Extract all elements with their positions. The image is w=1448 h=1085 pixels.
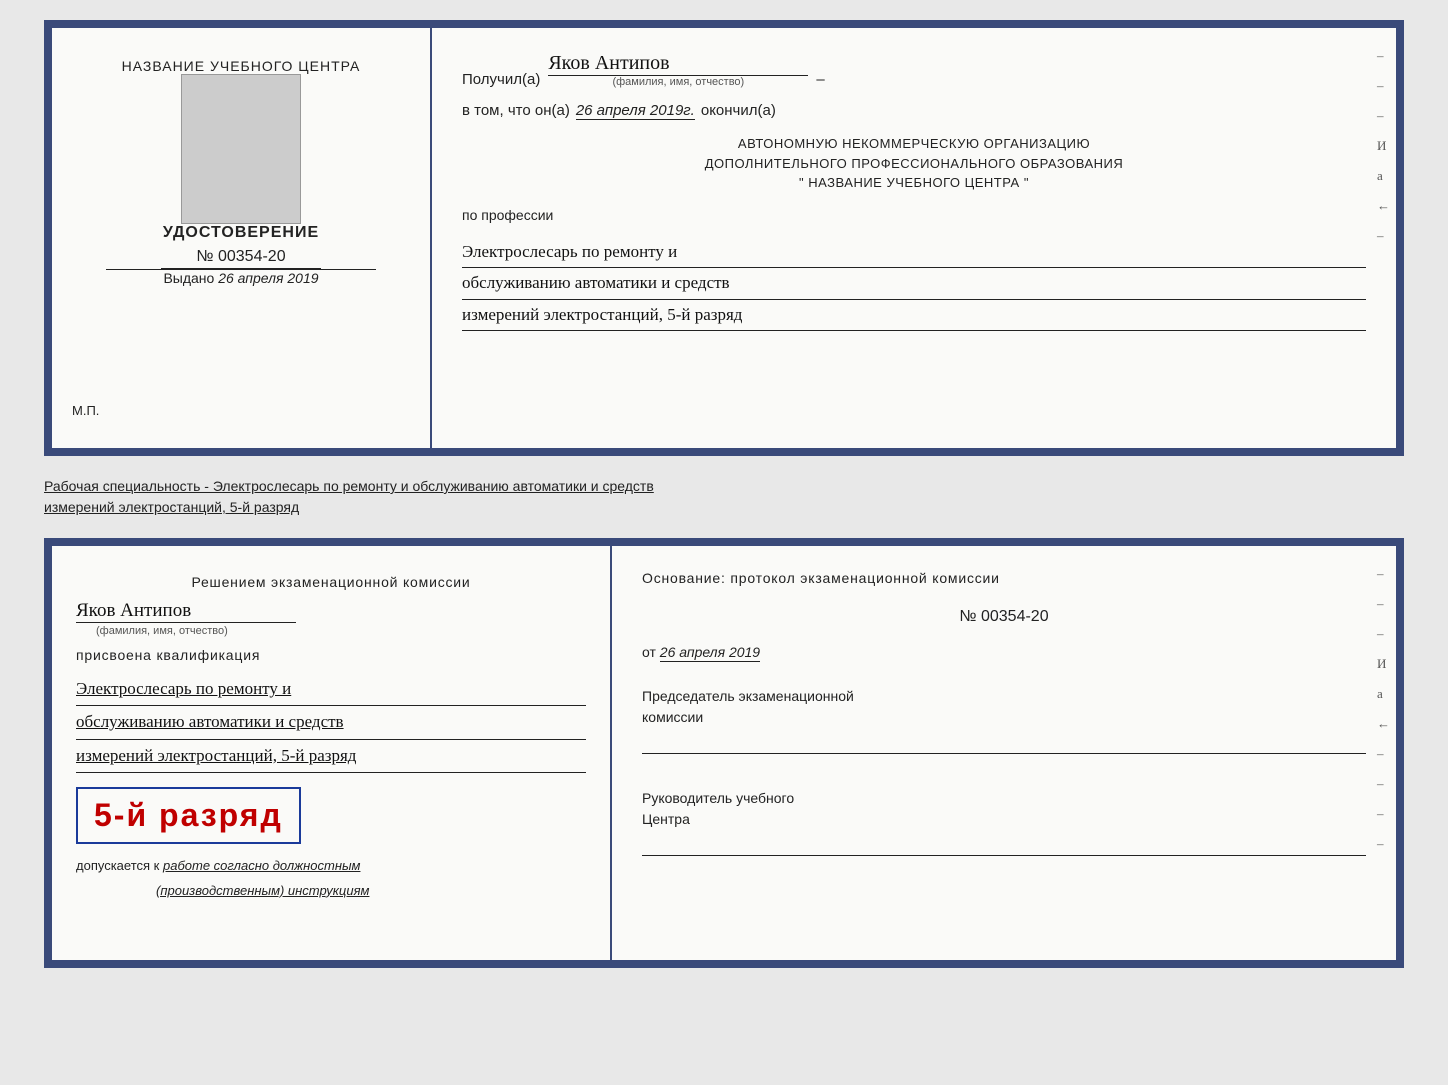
rukovod-signature-line [642,838,1366,856]
qual-right-panel: Основание: протокол экзаменационной коми… [612,546,1396,960]
top-diploma-card: НАЗВАНИЕ УЧЕБНОГО ЦЕНТРА УДОСТОВЕРЕНИЕ №… [44,20,1404,456]
vydano-label: Выдано [163,270,214,286]
qual-profession-lines: Электрослесарь по ремонту и обслуживанию… [76,673,586,773]
org-name-top: НАЗВАНИЕ УЧЕБНОГО ЦЕНТРА [122,58,361,74]
udostoverenie-title: УДОСТОВЕРЕНИЕ [163,224,319,242]
qual-line3: измерений электростанций, 5-й разряд [76,740,586,773]
udostoverenie-number: № 00354-20 [161,248,321,269]
proto-number: № 00354-20 [642,608,1366,626]
fio-sublabel-top: (фамилия, имя, отчество) [612,76,744,88]
ot-label: от [642,644,656,660]
qual-card: Решением экзаменационной комиссии Яков А… [44,538,1404,968]
middle-text1: Рабочая специальность - Электрослесарь п… [44,478,654,494]
ot-date: 26 апреля 2019 [660,644,760,662]
vydano-line: Выдано 26 апреля 2019 [163,270,318,286]
org-block: АВТОНОМНУЮ НЕКОММЕРЧЕСКУЮ ОРГАНИЗАЦИЮ ДО… [462,134,1366,193]
poluchil-label: Получил(а) [462,71,540,88]
resheniem-label: Решением экзаменационной комиссии [76,574,586,590]
middle-text2: измерений электростанций, 5-й разряд [44,499,299,515]
dash-recipient: – [816,71,824,88]
dopuskaetsya-cursive2: (производственным) инструкциям [156,883,586,898]
qual-line1: Электрослесарь по ремонту и [76,673,586,706]
chairman-signature-line [642,736,1366,754]
prisvoena-label: присвоена квалификация [76,647,586,663]
dopuskaetsya-cursive: работе согласно должностным [163,858,360,873]
chairman-label2: комиссии [642,707,1366,728]
vtom-label: в том, что он(а) [462,102,570,119]
fio-sublabel-qual: (фамилия, имя, отчество) [96,625,228,637]
dopuskaetsya-line: допускается к работе согласно должностны… [76,858,586,873]
qual-left-panel: Решением экзаменационной комиссии Яков А… [52,546,612,960]
recipient-line: Получил(а) Яков Антипов (фамилия, имя, о… [462,52,1366,88]
rukovod-block: Руководитель учебного Центра [642,788,1366,856]
razryad-badge: 5-й разряд [76,787,301,844]
side-dashes-qual: – – – И а ← – – – – [1377,566,1390,852]
qual-line2: обслуживанию автоматики и средств [76,706,586,739]
profession-line1: Электрослесарь по ремонту и [462,237,1366,269]
org-line3: " НАЗВАНИЕ УЧЕБНОГО ЦЕНТРА " [462,173,1366,193]
recipient-name: Яков Антипов [548,52,808,76]
qual-name: Яков Антипов [76,600,296,623]
middle-label: Рабочая специальность - Электрослесарь п… [44,472,1404,522]
mp-label: М.П. [72,403,99,418]
diploma-right-panel: Получил(а) Яков Антипов (фамилия, имя, о… [432,28,1396,448]
rukovod-label: Руководитель учебного [642,788,1366,809]
osnovanie-label: Основание: протокол экзаменационной коми… [642,570,1366,586]
vtom-line: в том, что он(а) 26 апреля 2019г. окончи… [462,102,1366,120]
vtom-date: 26 апреля 2019г. [576,102,695,120]
po-professii-label: по профессии [462,207,1366,223]
okoncil-label: окончил(а) [701,102,776,119]
ot-date-line: от 26 апреля 2019 [642,644,1366,660]
dopuskaetsya-label: допускается к [76,858,159,873]
org-line2: ДОПОЛНИТЕЛЬНОГО ПРОФЕССИОНАЛЬНОГО ОБРАЗО… [462,154,1366,174]
profession-line2: обслуживанию автоматики и средств [462,268,1366,300]
razryad-text: 5-й разряд [94,797,283,833]
photo-placeholder [181,74,301,224]
side-dashes-top: – – – И а ← – [1377,48,1390,244]
chairman-block: Председатель экзаменационной комиссии [642,686,1366,754]
org-line1: АВТОНОМНУЮ НЕКОММЕРЧЕСКУЮ ОРГАНИЗАЦИЮ [462,134,1366,154]
rukovod-label2: Центра [642,809,1366,830]
profession-lines: Электрослесарь по ремонту и обслуживанию… [462,237,1366,332]
profession-line3: измерений электростанций, 5-й разряд [462,300,1366,332]
diploma-left-panel: НАЗВАНИЕ УЧЕБНОГО ЦЕНТРА УДОСТОВЕРЕНИЕ №… [52,28,432,448]
chairman-label: Председатель экзаменационной [642,686,1366,707]
vydano-date: 26 апреля 2019 [218,270,318,286]
